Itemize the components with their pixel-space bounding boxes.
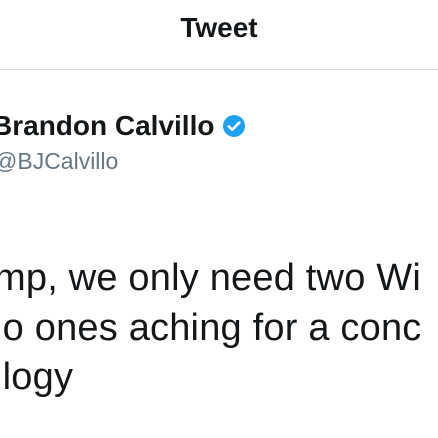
tweet-text-line: ilogy [0,356,74,398]
verified-badge-svg [223,115,246,137]
header-divider [0,69,438,70]
page-title: Tweet [180,12,258,43]
author-name[interactable]: Brandon Calvillo [0,110,214,142]
author-handle[interactable]: @BJCalvillo [0,148,118,175]
tweet-detail-screen: Tweet Brandon Calvillo @BJCalvillo mp, w… [0,0,438,438]
author-name-row[interactable]: Brandon Calvillo [0,110,246,142]
tweet-text-line: lo ones aching for a conc [0,307,422,349]
tweet-text-line: mp, we only need two Wi [0,257,421,299]
verified-badge-icon [222,114,246,138]
